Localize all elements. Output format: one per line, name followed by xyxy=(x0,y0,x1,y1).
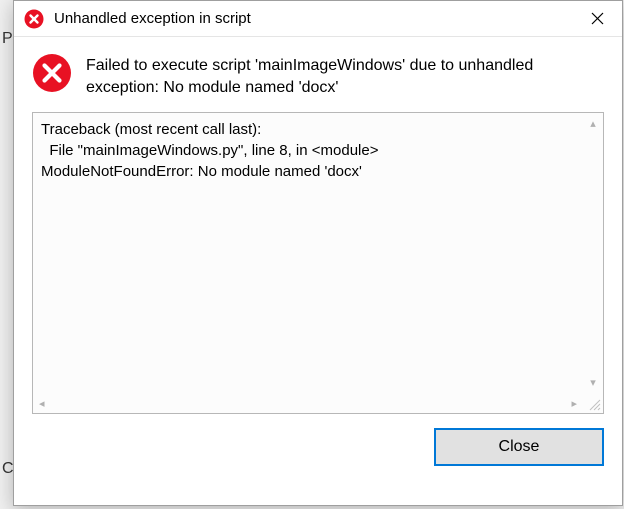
scroll-left-icon: ◂ xyxy=(39,397,45,410)
scroll-up-icon: ▴ xyxy=(590,117,596,130)
traceback-line: ModuleNotFoundError: No module named 'do… xyxy=(41,163,362,180)
error-message: Failed to execute script 'mainImageWindo… xyxy=(86,53,604,98)
dialog-title: Unhandled exception in script xyxy=(54,10,574,27)
vertical-scrollbar[interactable]: ▴ ▾ xyxy=(583,113,603,393)
horizontal-scrollbar[interactable]: ◂ ▸ xyxy=(33,393,583,413)
traceback-line: File "mainImageWindows.py", line 8, in <… xyxy=(41,142,378,159)
scroll-right-icon: ▸ xyxy=(571,397,577,410)
titlebar: Unhandled exception in script xyxy=(14,1,622,37)
scroll-down-icon: ▾ xyxy=(590,376,596,389)
background-letter: P xyxy=(2,30,13,48)
traceback-text[interactable]: Traceback (most recent call last): File … xyxy=(33,113,603,393)
resize-grip-icon xyxy=(587,397,601,411)
error-icon xyxy=(24,9,44,29)
message-row: Failed to execute script 'mainImageWindo… xyxy=(32,53,604,98)
dialog-content: Failed to execute script 'mainImageWindo… xyxy=(14,37,622,505)
traceback-line: Traceback (most recent call last): xyxy=(41,121,261,138)
close-button[interactable]: Close xyxy=(434,428,604,466)
close-icon xyxy=(591,12,604,25)
error-icon xyxy=(32,53,72,93)
traceback-box: Traceback (most recent call last): File … xyxy=(32,112,604,414)
button-row: Close xyxy=(32,428,604,466)
background-letter-2: C xyxy=(2,460,14,478)
error-dialog: Unhandled exception in script Failed to … xyxy=(13,0,623,506)
titlebar-close-button[interactable] xyxy=(574,2,620,36)
